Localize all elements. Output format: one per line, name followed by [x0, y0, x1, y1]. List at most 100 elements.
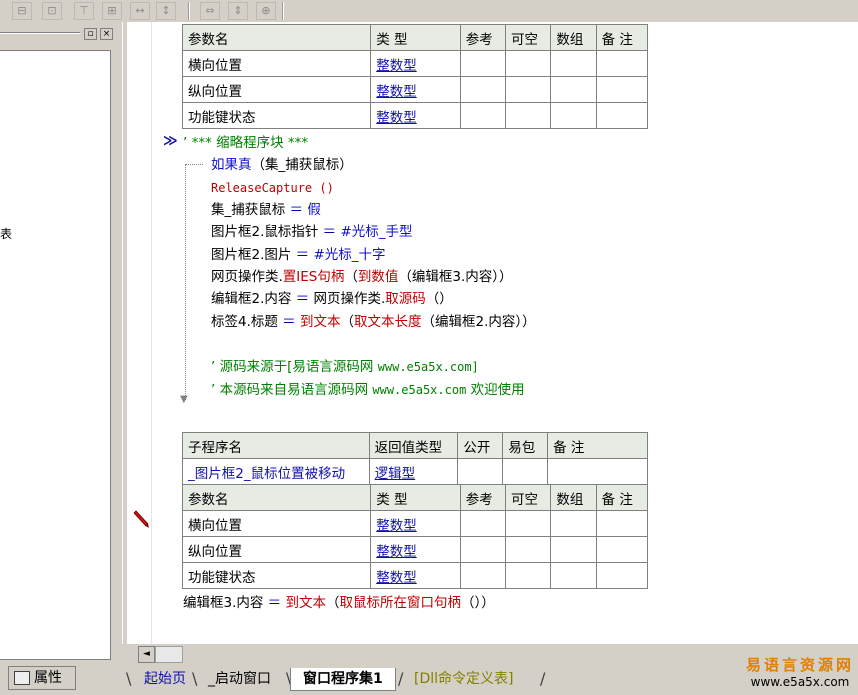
param-nullable-cell[interactable]: [505, 102, 552, 129]
param-note-cell[interactable]: [595, 50, 649, 77]
param-nullable-cell[interactable]: [505, 50, 552, 77]
param-note-cell[interactable]: [595, 562, 649, 589]
code-line-if[interactable]: 如果真（集_捕获鼠标）: [211, 154, 353, 176]
titlebar-grip: [0, 32, 80, 34]
param-array-cell[interactable]: [550, 102, 597, 129]
param-ref-cell[interactable]: [459, 536, 507, 563]
code-line-assign[interactable]: 标签4.标题 ＝ 到文本（取文本长度（编辑框2.内容））: [211, 311, 536, 333]
same-size-icon[interactable]: ⊕: [256, 2, 276, 20]
comment-url: www.e5a5x.com]: [377, 360, 479, 374]
align-left-icon[interactable]: ⊟: [12, 2, 32, 20]
public-cell[interactable]: [457, 458, 504, 485]
table-row[interactable]: 横向位置 整数型: [181, 510, 649, 537]
same-width-icon[interactable]: ⇔: [200, 2, 220, 20]
code-editor[interactable]: 参数名 类 型 参考 可空 数组 备 注 横向位置 整数型 纵向位置 整数型 功…: [127, 22, 858, 644]
site-watermark: 易语言资源网 www.e5a5x.com: [745, 656, 855, 690]
table-row[interactable]: 纵向位置 整数型: [181, 76, 649, 103]
param-ref-cell[interactable]: [459, 562, 507, 589]
horizontal-scrollbar[interactable]: ◄: [130, 646, 183, 663]
return-type-cell[interactable]: 逻辑型: [368, 458, 459, 485]
scroll-track[interactable]: [155, 646, 183, 663]
param-name-cell[interactable]: 横向位置: [181, 50, 372, 77]
same-height-icon[interactable]: ⇕: [228, 2, 248, 20]
panel-minimize-button[interactable]: ▫: [84, 28, 97, 40]
edit-pencil-icon[interactable]: [132, 510, 150, 530]
param-array-cell[interactable]: [550, 562, 597, 589]
param-nullable-cell[interactable]: [505, 562, 552, 589]
param-name-cell[interactable]: 功能键状态: [181, 102, 372, 129]
space-vertical-icon[interactable]: ↕: [156, 2, 176, 20]
param-ref-cell[interactable]: [459, 50, 507, 77]
tab-window-assembly-1[interactable]: 窗口程序集1: [290, 668, 396, 691]
param-note-cell[interactable]: [595, 510, 649, 537]
param-note-cell[interactable]: [595, 102, 649, 129]
align-center-icon[interactable]: ⊡: [42, 2, 62, 20]
code-line-assign[interactable]: 图片框2.图片 ＝ #光标_十字: [211, 244, 386, 266]
code-line-release-capture[interactable]: ReleaseCapture (): [211, 177, 334, 199]
param-type-cell[interactable]: 整数型: [370, 102, 461, 129]
param-type-cell[interactable]: 整数型: [370, 536, 461, 563]
align-top-icon[interactable]: ⊤: [74, 2, 94, 20]
param-type-cell[interactable]: 整数型: [370, 510, 461, 537]
note-cell[interactable]: [547, 458, 648, 485]
code-text: （: [340, 314, 354, 330]
param-type-cell[interactable]: 整数型: [370, 50, 461, 77]
panel-titlebar: ▫ ×: [0, 26, 118, 40]
param-note-cell[interactable]: [595, 536, 649, 563]
param-type-cell[interactable]: 整数型: [370, 76, 461, 103]
sub-name-cell[interactable]: _图片框2_鼠标位置被移动: [182, 458, 370, 485]
panel-content[interactable]: 表: [0, 50, 111, 660]
code-text: （）: [425, 291, 453, 307]
tab-dll-commands[interactable]: [Dll命令定义表]: [402, 668, 525, 690]
param-array-cell[interactable]: [550, 536, 597, 563]
param-type-cell[interactable]: 整数型: [370, 562, 461, 589]
param-array-cell[interactable]: [550, 510, 597, 537]
param-nullable-cell[interactable]: [505, 536, 552, 563]
code-line-assign[interactable]: 编辑框3.内容 ＝ 到文本（取鼠标所在窗口句柄（））: [183, 592, 495, 614]
panel-close-button[interactable]: ×: [100, 28, 113, 40]
param-name-cell[interactable]: 纵向位置: [181, 76, 372, 103]
code-line-call[interactable]: 网页操作类.置IES句柄（到数值（编辑框3.内容））: [211, 266, 513, 288]
expand-block-icon[interactable]: ≫: [163, 133, 178, 149]
scroll-left-button[interactable]: ◄: [138, 646, 155, 663]
epackage-cell[interactable]: [502, 458, 549, 485]
header-sub-name: 子程序名: [182, 432, 370, 459]
align-middle-icon[interactable]: ⊞: [102, 2, 122, 20]
param-ref-cell[interactable]: [459, 76, 507, 103]
code-line-assign[interactable]: 图片框2.鼠标指针 ＝ #光标_手型: [211, 221, 413, 243]
header-ref: 参考: [459, 484, 507, 511]
function-name: 取文本长度: [353, 314, 422, 330]
param-ref-cell[interactable]: [459, 102, 507, 129]
param-nullable-cell[interactable]: [505, 76, 552, 103]
collapsed-block-comment[interactable]: ’ *** 缩略程序块 ***: [183, 132, 308, 154]
watermark-url: www.e5a5x.com: [750, 675, 850, 689]
code-comment-line[interactable]: ’ 本源码来自易语言源码网 www.e5a5x.com 欢迎使用: [211, 379, 525, 401]
table-row[interactable]: 纵向位置 整数型: [181, 536, 649, 563]
code-text: （: [344, 269, 358, 285]
tab-start-page[interactable]: 起始页: [132, 668, 198, 690]
code-comment-line[interactable]: ’ 源码来源于[易语言源码网 www.e5a5x.com]: [211, 356, 479, 378]
operator: ＝: [263, 595, 286, 611]
param-name-cell[interactable]: 功能键状态: [181, 562, 372, 589]
param-ref-cell[interactable]: [459, 510, 507, 537]
param-nullable-cell[interactable]: [505, 510, 552, 537]
param-name-cell[interactable]: 纵向位置: [181, 536, 372, 563]
table-row[interactable]: 横向位置 整数型: [181, 50, 649, 77]
code-text: 编辑框3.内容: [183, 595, 264, 611]
param-name-cell[interactable]: 横向位置: [181, 510, 372, 537]
code-line-assign[interactable]: 编辑框2.内容 ＝ 网页操作类.取源码（）: [211, 288, 453, 310]
param-array-cell[interactable]: [550, 76, 597, 103]
tab-startup-window[interactable]: _启动窗口: [196, 668, 283, 690]
code-line-assign[interactable]: 集_捕获鼠标 ＝ 假: [211, 199, 321, 221]
constant: #光标_十字: [313, 247, 386, 263]
table-row[interactable]: 功能键状态 整数型: [181, 102, 649, 129]
editor-tabs: \ 起始页 \ _启动窗口 \ 窗口程序集1 / [Dll命令定义表] /: [126, 666, 666, 693]
table-row[interactable]: 功能键状态 整数型: [181, 562, 649, 589]
space-horizontal-icon[interactable]: ↔: [130, 2, 150, 20]
code-text: 编辑框2.内容: [211, 291, 292, 307]
param-array-cell[interactable]: [550, 50, 597, 77]
table-header-row: 参数名 类 型 参考 可空 数组 备 注: [181, 24, 649, 51]
tab-properties[interactable]: 属性: [8, 666, 76, 690]
param-note-cell[interactable]: [595, 76, 649, 103]
table-row[interactable]: _图片框2_鼠标位置被移动 逻辑型: [182, 458, 648, 485]
